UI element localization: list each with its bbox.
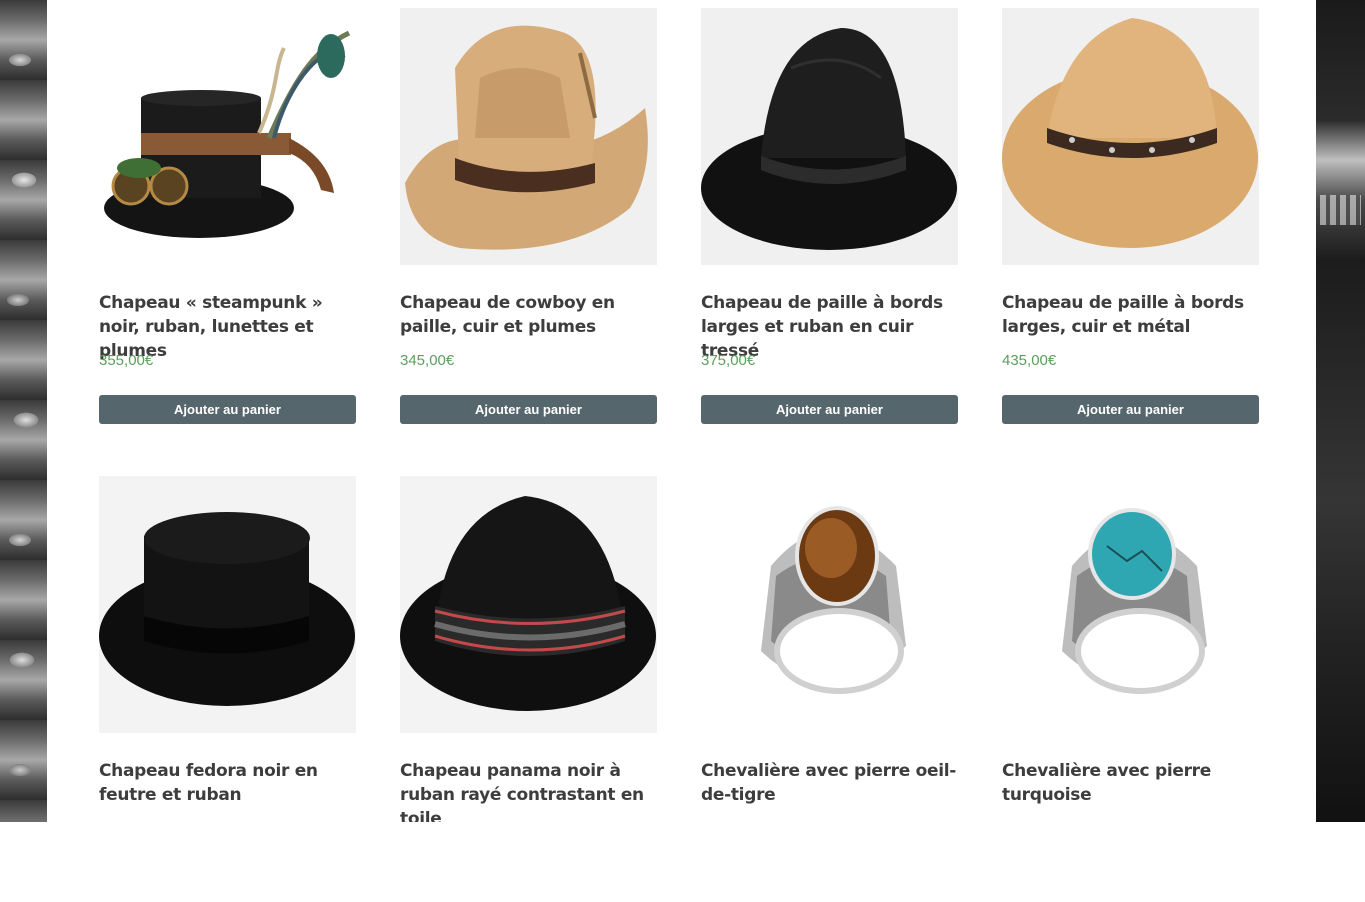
product-title[interactable]: Chapeau panama noir à ruban rayé contras…	[400, 759, 657, 822]
product-image-tan-straw-hat[interactable]	[1002, 8, 1259, 265]
product-price: 435,00€	[1002, 352, 1057, 369]
product-image-straw-cowboy-hat[interactable]	[400, 8, 657, 265]
product-image-panama-hat[interactable]	[400, 476, 657, 733]
product-title[interactable]: Chapeau fedora noir en feutre et ruban	[99, 759, 356, 807]
add-to-cart-button[interactable]: Ajouter au panier	[701, 395, 958, 424]
add-to-cart-button[interactable]: Ajouter au panier	[1002, 395, 1259, 424]
product-image-tigers-eye-ring[interactable]	[701, 476, 958, 733]
add-to-cart-button[interactable]: Ajouter au panier	[99, 395, 356, 424]
product-title[interactable]: Chapeau de cowboy en paille, cuir et plu…	[400, 291, 657, 339]
product-image-turquoise-ring[interactable]	[1002, 476, 1259, 733]
product-price: 355,00€	[99, 352, 154, 369]
product-price: 375,00€	[701, 352, 756, 369]
product-title[interactable]: Chapeau de paille à bords larges, cuir e…	[1002, 291, 1259, 339]
product-grid: Chapeau « steampunk » noir, ruban, lunet…	[0, 0, 1365, 822]
product-image-steampunk-hat[interactable]	[99, 8, 356, 265]
product-image-black-straw-hat[interactable]	[701, 8, 958, 265]
add-to-cart-button[interactable]: Ajouter au panier	[400, 395, 657, 424]
product-title[interactable]: Chevalière avec pierre oeil-de-tigre	[701, 759, 958, 807]
product-title[interactable]: Chevalière avec pierre turquoise	[1002, 759, 1259, 807]
product-image-fedora-hat[interactable]	[99, 476, 356, 733]
product-price: 345,00€	[400, 352, 455, 369]
